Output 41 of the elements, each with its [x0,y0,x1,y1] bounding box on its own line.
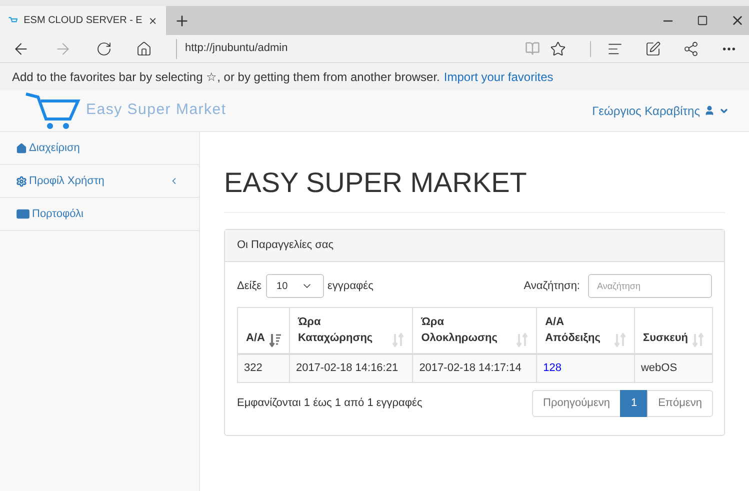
import-favorites-link[interactable]: Import your favorites [444,68,554,86]
browser-tab[interactable]: ESM CLOUD SERVER - E [0,6,166,35]
home-icon[interactable] [136,40,152,56]
tab-title: ESM CLOUD SERVER - E [24,14,142,28]
cart-logo-icon [24,90,82,130]
table-info: Εμφανίζονται 1 έως 1 από 1 εγγραφές [237,396,422,412]
new-tab-icon[interactable] [174,12,190,28]
show-label: Δείξε [237,278,262,294]
page-button[interactable]: Προηγούμενη [532,390,621,417]
sidebar-item[interactable]: Πορτοφόλι [0,198,199,231]
star-icon[interactable] [550,40,566,56]
sort-icon[interactable] [268,332,281,346]
page-title: EASY SUPER MARKET [224,162,725,213]
search-field[interactable]: Αναζήτηση [588,274,712,298]
sidebar-item[interactable]: Διαχείριση [0,132,199,165]
table-cell: 2017-02-18 14:16:21 [296,362,398,374]
column-header[interactable]: A/A [238,308,290,354]
note-icon[interactable] [645,40,661,56]
table-cell: 322 [244,362,262,374]
gears-icon [16,176,27,186]
favorites-prompt: Add to the favorites bar by selecting ☆, or by getting them from another browser. [12,68,440,86]
share-icon[interactable] [683,40,699,56]
page-button[interactable]: Επόμενη [647,390,713,417]
sidebar-item[interactable]: Προφίλ Χρήστη [0,165,199,198]
search-label: Αναζήτηση: [524,278,580,294]
panel-heading: Οι Παραγγελίες σας [225,230,724,262]
table-cell: webOS [640,362,678,374]
refresh-icon[interactable] [96,40,112,56]
table-cell: 2017-02-18 14:17:14 [419,362,522,374]
page-size-select[interactable]: 10 [266,274,324,298]
logo-text: Easy Super Market [86,100,226,120]
entries-label: εγγραφές [328,278,374,294]
close-icon[interactable] [730,13,745,28]
page-button[interactable]: 1 [620,390,648,417]
user-menu[interactable]: Γεώργιος Καραβίτης [592,102,729,120]
receipt-link[interactable]: 128 [543,362,562,374]
card-icon [16,207,30,221]
maximize-icon[interactable] [697,15,708,26]
column-header[interactable]: Συσκευή [634,308,712,354]
home-icon [16,142,27,154]
user-icon [704,105,715,116]
